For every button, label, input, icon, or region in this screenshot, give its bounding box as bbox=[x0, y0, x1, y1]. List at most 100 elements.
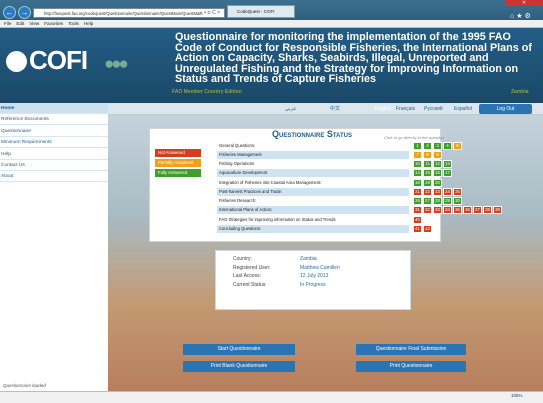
question-row[interactable]: Fisheries Management 7 8 9 bbox=[217, 151, 442, 159]
toolbar-icons[interactable]: ⌂★⚙ bbox=[510, 12, 533, 20]
menu-tools[interactable]: Tools bbox=[68, 21, 79, 26]
section-button-35[interactable]: 35 bbox=[453, 206, 462, 214]
menu-file[interactable]: File bbox=[4, 21, 11, 26]
language-link-3[interactable]: Français bbox=[396, 104, 415, 114]
info-value: Matthew Camilleri bbox=[300, 264, 340, 271]
section-button-32[interactable]: 32 bbox=[423, 206, 432, 214]
question-row[interactable]: General Questions: 1 2 3 4 5 bbox=[217, 142, 462, 150]
logout-button[interactable]: Log Out bbox=[479, 104, 532, 114]
question-row[interactable]: Aquaculture Development 14 15 16 17 bbox=[217, 169, 452, 177]
sidebar-item-about[interactable]: About bbox=[0, 171, 108, 183]
section-button-3[interactable]: 3 bbox=[433, 142, 442, 150]
close-window-icon[interactable]: ✕ bbox=[505, 0, 543, 6]
section-button-33[interactable]: 33 bbox=[433, 206, 442, 214]
start-questionnaire-button[interactable]: Start Questionnaire bbox=[183, 344, 295, 355]
question-row-label: Aquaculture Development bbox=[219, 170, 268, 175]
section-button-23[interactable]: 23 bbox=[433, 188, 442, 196]
section-button-28[interactable]: 28 bbox=[433, 197, 442, 205]
language-link-2[interactable]: English bbox=[375, 104, 391, 114]
section-button-11[interactable]: 11 bbox=[423, 160, 432, 168]
section-button-30[interactable]: 30 bbox=[453, 197, 462, 205]
sidebar-item-reference-documents[interactable]: Reference Documents bbox=[0, 114, 108, 126]
section-button-29[interactable]: 29 bbox=[443, 197, 452, 205]
question-row[interactable]: Fishing Operations 10 11 12 13 bbox=[217, 160, 452, 168]
section-button-9[interactable]: 9 bbox=[433, 151, 442, 159]
info-label: Last Access: bbox=[233, 273, 262, 280]
section-button-4[interactable]: 4 bbox=[443, 142, 452, 150]
language-link-5[interactable]: Español bbox=[454, 104, 472, 114]
question-row[interactable]: Concluding Questions: 41 42 bbox=[217, 225, 432, 233]
question-row[interactable]: Fisheries Research: 26 27 28 29 30 bbox=[217, 197, 462, 205]
menu-bar: File Edit View Favorites Tools Help bbox=[0, 20, 543, 28]
address-controls[interactable]: ⌕ ▾ ⊘ C × bbox=[173, 8, 223, 18]
print-blank-button[interactable]: Print Blank Questionnaire bbox=[183, 361, 295, 372]
section-button-10[interactable]: 10 bbox=[413, 160, 422, 168]
section-button-24[interactable]: 24 bbox=[443, 188, 452, 196]
question-row-label: General Questions: bbox=[219, 143, 256, 148]
legend-partially-answered: Partially Answered bbox=[155, 159, 201, 167]
section-button-38[interactable]: 38 bbox=[483, 206, 492, 214]
section-button-19[interactable]: 19 bbox=[423, 179, 432, 187]
language-link-0[interactable]: عربي bbox=[285, 104, 296, 114]
section-button-12[interactable]: 12 bbox=[433, 160, 442, 168]
section-button-13[interactable]: 13 bbox=[443, 160, 452, 168]
info-value: 12 July 2013 bbox=[300, 273, 329, 280]
menu-edit[interactable]: Edit bbox=[16, 21, 24, 26]
forward-icon[interactable]: → bbox=[18, 6, 31, 19]
sidebar-item-contact-us[interactable]: Contact Us bbox=[0, 160, 108, 171]
menu-favorites[interactable]: Favorites bbox=[44, 21, 63, 26]
section-button-5[interactable]: 5 bbox=[453, 142, 462, 150]
question-row[interactable]: FAO Strategies for improving information… bbox=[217, 216, 422, 224]
section-button-21[interactable]: 21 bbox=[413, 188, 422, 196]
section-button-34[interactable]: 34 bbox=[443, 206, 452, 214]
section-button-2[interactable]: 2 bbox=[423, 142, 432, 150]
print-questionnaire-button[interactable]: Print Questionnaire bbox=[356, 361, 466, 372]
section-button-16[interactable]: 16 bbox=[433, 169, 442, 177]
language-link-4[interactable]: Pycский bbox=[424, 104, 443, 114]
section-button-36[interactable]: 36 bbox=[463, 206, 472, 214]
section-button-25[interactable]: 25 bbox=[453, 188, 462, 196]
question-row-label: Fishing Operations bbox=[219, 161, 255, 166]
section-button-20[interactable]: 20 bbox=[433, 179, 442, 187]
question-row[interactable]: International Plans of Action: 31 32 33 34 35… bbox=[217, 206, 502, 214]
questionnaire-status-title: Questionnaire Status bbox=[272, 129, 352, 139]
section-button-39[interactable]: 39 bbox=[493, 206, 502, 214]
menu-help[interactable]: Help bbox=[84, 21, 93, 26]
section-button-22[interactable]: 22 bbox=[423, 188, 432, 196]
sidebar-item-help[interactable]: Help bbox=[0, 149, 108, 160]
zoom-level[interactable]: 105% bbox=[511, 393, 523, 398]
section-button-37[interactable]: 37 bbox=[473, 206, 482, 214]
section-button-41[interactable]: 41 bbox=[413, 225, 422, 233]
section-button-8[interactable]: 8 bbox=[423, 151, 432, 159]
section-button-7[interactable]: 7 bbox=[413, 151, 422, 159]
cofi-logo: COFI bbox=[6, 45, 88, 76]
sidebar-item-home[interactable]: Home bbox=[0, 103, 108, 114]
section-button-18[interactable]: 18 bbox=[413, 179, 422, 187]
section-button-40[interactable]: 40 bbox=[413, 216, 422, 224]
info-value: Zambia bbox=[300, 256, 317, 262]
section-button-15[interactable]: 15 bbox=[423, 169, 432, 177]
question-row-label: Post-harvest Practices and Trade: bbox=[219, 189, 283, 194]
section-button-26[interactable]: 26 bbox=[413, 197, 422, 205]
section-button-27[interactable]: 27 bbox=[423, 197, 432, 205]
info-value: In Progress bbox=[300, 281, 326, 288]
menu-view[interactable]: View bbox=[29, 21, 39, 26]
sidebar-item-questionnaire[interactable]: Questionnaire bbox=[0, 126, 108, 137]
section-button-42[interactable]: 42 bbox=[423, 225, 432, 233]
question-row-label: FAO Strategies for improving information… bbox=[219, 217, 336, 222]
language-link-1[interactable]: 中文 bbox=[330, 104, 340, 114]
info-label: Country: bbox=[233, 256, 252, 262]
legend-not-answered: Not Answered bbox=[155, 149, 201, 157]
question-row-label: Fisheries Research: bbox=[219, 198, 257, 203]
question-row[interactable]: Integration of Fisheries into Coastal Ar… bbox=[217, 179, 442, 187]
question-row[interactable]: Post-harvest Practices and Trade: 21 22 23 2… bbox=[217, 188, 462, 196]
back-icon[interactable]: ← bbox=[3, 6, 16, 19]
legend-fully-answered: Fully Answered bbox=[155, 169, 201, 177]
section-button-1[interactable]: 1 bbox=[413, 142, 422, 150]
sidebar-item-minimum-requirements[interactable]: Minimum Requirements bbox=[0, 137, 108, 149]
section-button-17[interactable]: 17 bbox=[443, 169, 452, 177]
final-submission-button[interactable]: Questionnaire Final Submission bbox=[356, 344, 466, 355]
browser-tab[interactable]: CodeQuest - COFI bbox=[227, 5, 295, 18]
section-button-14[interactable]: 14 bbox=[413, 169, 422, 177]
section-button-31[interactable]: 31 bbox=[413, 206, 422, 214]
